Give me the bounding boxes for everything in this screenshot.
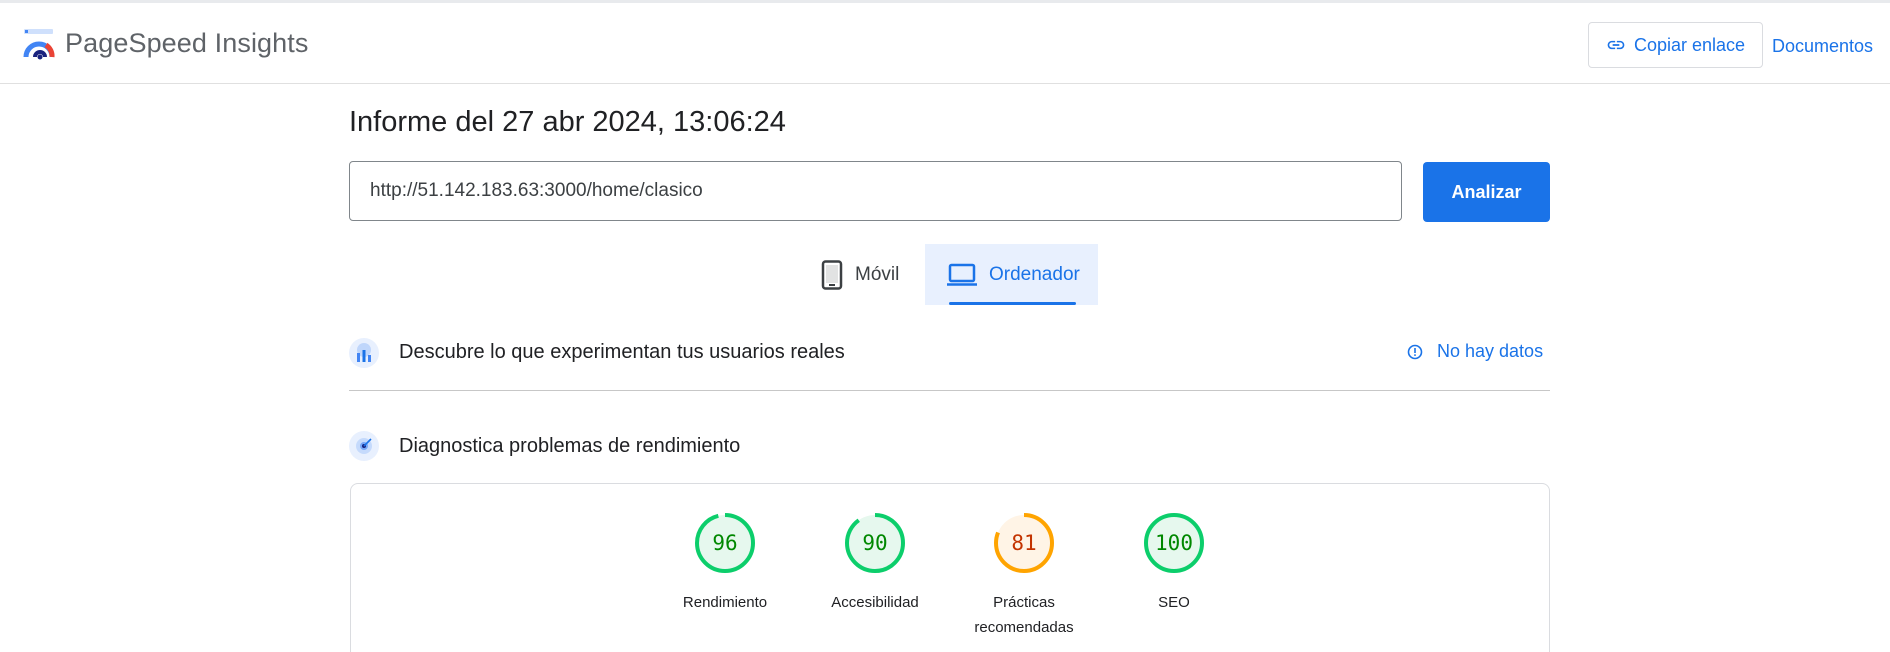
gauge-seo: 100 <box>1144 513 1204 573</box>
users-chart-icon <box>349 338 379 368</box>
tab-desktop-label: Ordenador <box>989 263 1080 285</box>
tab-selected-indicator <box>949 302 1076 305</box>
pagespeed-logo-icon <box>23 29 55 60</box>
link-icon <box>1607 40 1625 50</box>
no-data-label: No hay datos <box>1437 341 1544 361</box>
url-input[interactable]: http://51.142.183.63:3000/home/clasico <box>349 161 1402 221</box>
laptop-icon <box>947 263 977 286</box>
diagnostics-section-title: Diagnostica problemas de rendimiento <box>399 435 741 457</box>
url-input-value: http://51.142.183.63:3000/home/clasico <box>370 180 703 201</box>
crux-section-title: Descubre lo que experimentan tus usuario… <box>399 341 845 363</box>
tab-mobile[interactable]: Móvil <box>821 244 925 305</box>
diagnostics-icon <box>349 431 379 461</box>
copy-link-button[interactable]: Copiar enlace <box>1588 22 1763 68</box>
section-divider <box>349 390 1550 391</box>
gauge-value: 90 <box>862 531 887 555</box>
phone-icon <box>821 259 843 290</box>
gauge-label: Rendimiento <box>682 594 768 611</box>
copy-link-label: Copiar enlace <box>1633 34 1746 55</box>
app-title: PageSpeed Insights <box>65 28 309 58</box>
page-title: Informe del 27 abr 2024, 13:06:24 <box>349 106 786 138</box>
gauge-value: 81 <box>1011 531 1036 555</box>
gauge-label: Accesibilidad <box>831 594 919 611</box>
gauge-value: 100 <box>1155 531 1193 555</box>
gauge-accessibility: 90 <box>845 513 905 573</box>
info-icon <box>1407 344 1423 359</box>
tab-mobile-label: Móvil <box>855 263 900 285</box>
gauge-best-practices: 81 <box>994 513 1054 573</box>
tab-desktop[interactable]: Ordenador <box>925 244 1098 305</box>
gauge-label: Prácticas recomendadas <box>974 594 1074 636</box>
analyze-button[interactable]: Analizar <box>1423 162 1550 222</box>
app-header: PageSpeed Insights Copiar enlace Documen… <box>0 3 1890 84</box>
gauge-label: SEO <box>1158 594 1190 611</box>
docs-link[interactable]: Documentos <box>1772 36 1873 57</box>
no-data-link[interactable]: No hay datos <box>1407 341 1543 362</box>
gauge-value: 96 <box>712 531 737 555</box>
gauge-performance: 96 <box>695 513 755 573</box>
